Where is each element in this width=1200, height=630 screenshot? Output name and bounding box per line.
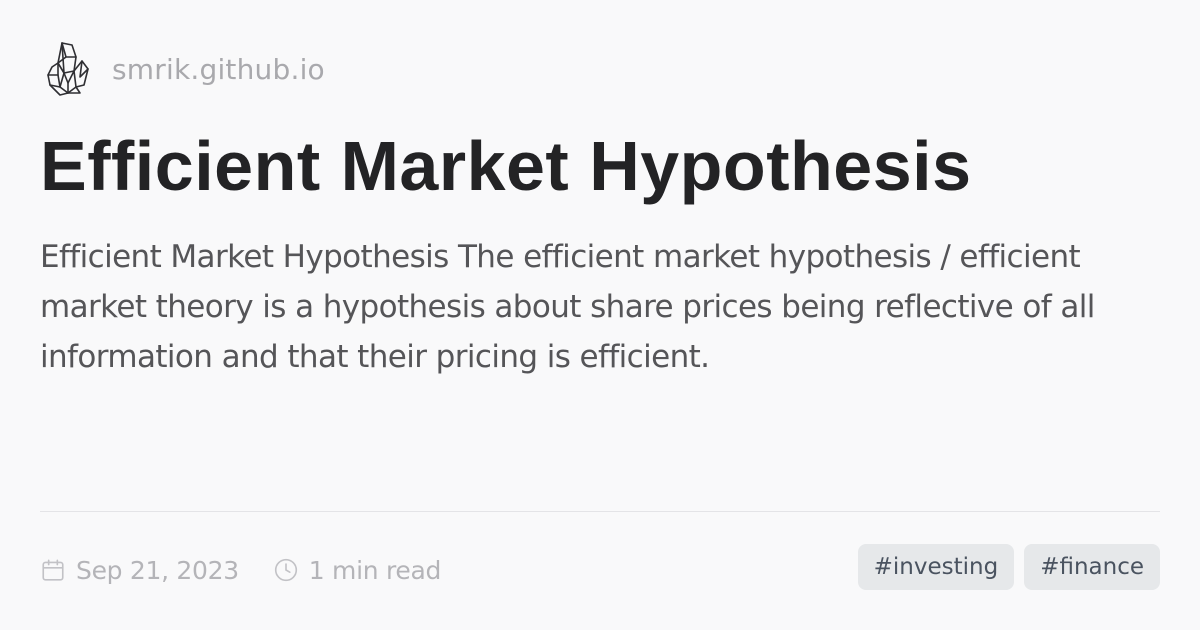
crystal-cluster-icon: [47, 42, 89, 96]
reading-time: 1 min read: [273, 556, 441, 585]
divider: [40, 511, 1160, 512]
reading-time-text: 1 min read: [308, 555, 442, 585]
post-meta: Sep 21, 2023 1 min read: [40, 548, 475, 592]
tag-finance[interactable]: #finance: [1024, 544, 1160, 590]
site-name[interactable]: smrik.github.io: [112, 53, 325, 86]
calendar-icon: [42, 559, 64, 581]
post-date: Sep 21, 2023: [40, 556, 239, 585]
post-title: Efficient Market Hypothesis: [40, 127, 972, 205]
post-description: Efficient Market Hypothesis The efficien…: [40, 239, 1095, 375]
tag-list: #investing #finance: [848, 544, 1160, 590]
site-header: smrik.github.io: [46, 40, 325, 98]
clock-icon: [274, 558, 297, 582]
date-text: Sep 21, 2023: [76, 555, 239, 585]
tag-investing[interactable]: #investing: [857, 544, 1015, 590]
